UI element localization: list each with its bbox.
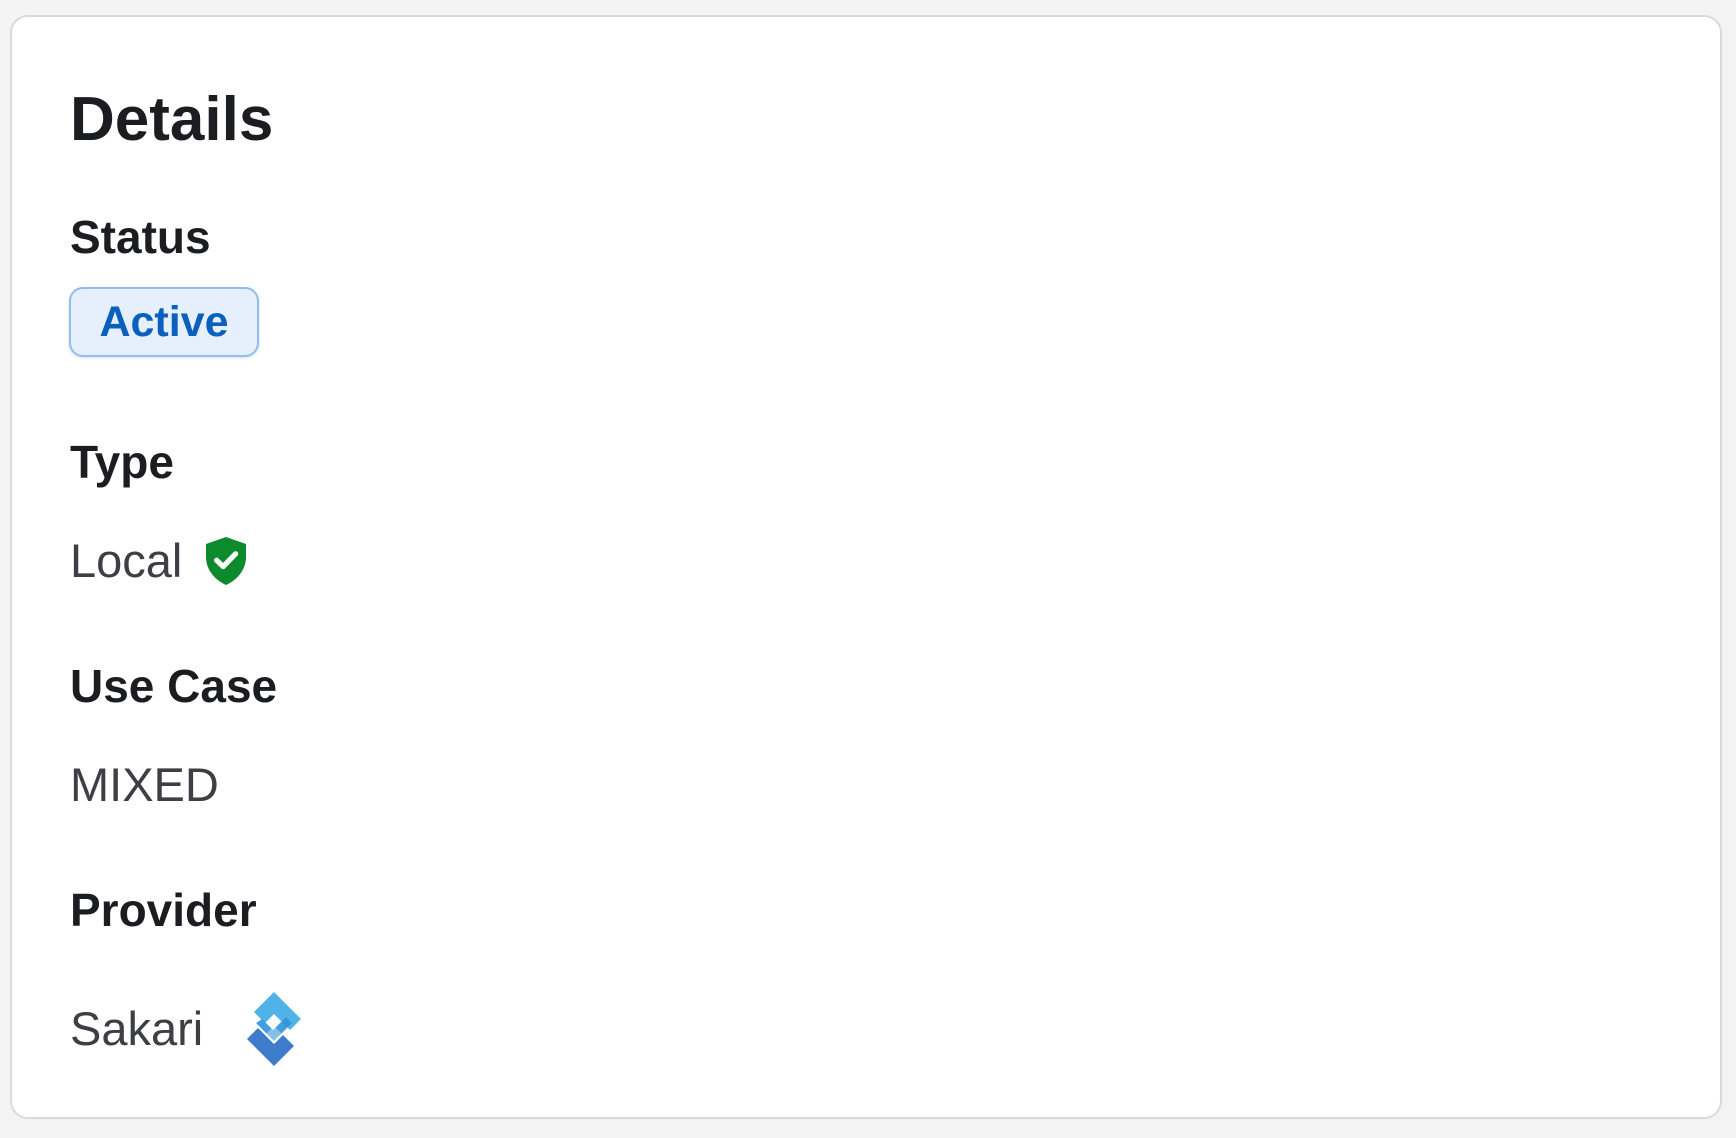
provider-value: Sakari <box>70 1001 204 1055</box>
status-badge: Active <box>69 287 259 357</box>
type-value: Local <box>70 534 183 587</box>
use-case-label: Use Case <box>70 660 278 712</box>
use-case-value: MIXED <box>70 758 219 811</box>
shield-check-icon <box>202 535 250 587</box>
type-value-row: Local <box>70 533 250 589</box>
sakari-logo-icon <box>243 990 305 1068</box>
provider-label: Provider <box>70 884 257 936</box>
details-card: Details Status Active Type Local Use Cas… <box>10 15 1722 1119</box>
status-label: Status <box>70 211 211 263</box>
type-label: Type <box>70 436 174 488</box>
card-title: Details <box>70 85 274 154</box>
provider-value-row: Sakari <box>70 990 305 1068</box>
